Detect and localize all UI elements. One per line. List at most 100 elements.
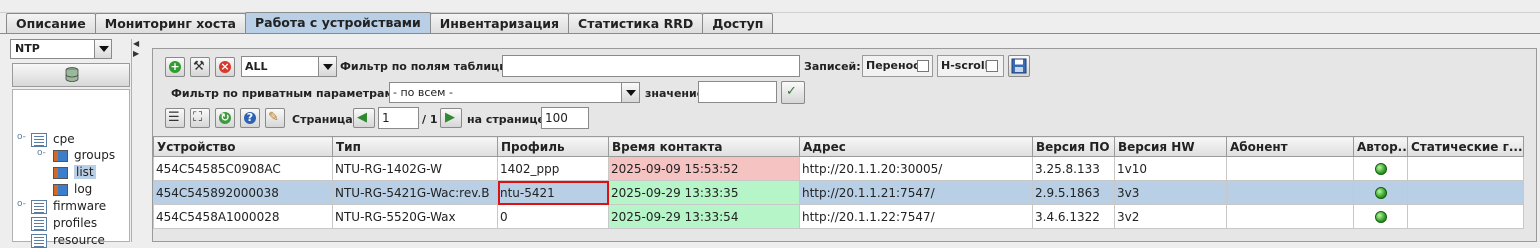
tab-description[interactable]: Описание (6, 13, 96, 34)
cell-static[interactable] (1407, 156, 1524, 181)
node-icon (53, 166, 68, 179)
collapse-left-icon[interactable]: ◀ (133, 40, 139, 48)
status-led-icon (1374, 187, 1387, 199)
cell-device[interactable]: 454C5458A1000028 (153, 204, 333, 229)
tools-button[interactable]: ⚒ (190, 57, 210, 77)
cell-subscriber[interactable] (1226, 204, 1354, 229)
cell-hw-version[interactable]: 1v10 (1114, 156, 1227, 181)
column-header-contact-time[interactable]: Время контакта (608, 136, 800, 157)
tab-rrd-stats[interactable]: Статистика RRD (568, 13, 704, 34)
table-row[interactable]: 454C54585C0908AC NTU-RG-1402G-W 1402_ppp… (153, 156, 1524, 181)
reload-tree-button[interactable] (12, 63, 130, 87)
private-param-select[interactable]: - по всем - (389, 82, 640, 103)
cell-address[interactable]: http://20.1.1.21:7547/ (799, 180, 1033, 205)
database-icon (65, 67, 79, 82)
cell-fw-version[interactable]: 3.4.6.1322 (1032, 204, 1115, 229)
tree-toggle-icon[interactable]: o- (17, 199, 26, 209)
save-button[interactable] (1008, 55, 1030, 77)
add-icon: + (169, 60, 181, 73)
node-icon (53, 149, 68, 162)
tab-access[interactable]: Доступ (702, 13, 774, 34)
hscroll-toggle[interactable]: H-scroll (937, 55, 1004, 77)
column-header-profile[interactable]: Профиль (497, 136, 609, 157)
cell-subscriber[interactable] (1226, 180, 1354, 205)
cell-address[interactable]: http://20.1.1.22:7547/ (799, 204, 1033, 229)
fit-button[interactable]: ⛶ (190, 108, 210, 128)
expand-right-icon[interactable]: ▶ (133, 50, 139, 58)
tree-node-firmware[interactable]: firmware (31, 198, 106, 214)
cell-auth[interactable] (1353, 156, 1408, 181)
cell-address[interactable]: http://20.1.1.20:30005/ (799, 156, 1033, 181)
cell-static[interactable] (1407, 204, 1524, 229)
wrap-toggle[interactable]: Перенос (862, 55, 933, 77)
columns-button[interactable]: ☰ (165, 108, 185, 128)
list-icon (31, 233, 47, 248)
column-header-hw-version[interactable]: Версия HW (1114, 136, 1227, 157)
tree-node-groups[interactable]: groups (53, 147, 115, 163)
chevron-down-icon[interactable] (94, 40, 111, 58)
cell-hw-version[interactable]: 3v3 (1114, 180, 1227, 205)
cell-contact-time[interactable]: 2025-09-29 13:33:35 (608, 180, 800, 205)
table-row[interactable]: 454C5458A1000028 NTU-RG-5520G-Wax 0 2025… (153, 204, 1524, 229)
cell-hw-version[interactable]: 3v2 (1114, 204, 1227, 229)
table-header-row: Устройство Тип Профиль Время контакта Ад… (153, 136, 1524, 157)
cell-auth[interactable] (1353, 204, 1408, 229)
cell-profile[interactable]: 0 (497, 204, 609, 229)
remove-button[interactable]: × (215, 57, 235, 77)
refresh-button[interactable]: ↻ (215, 108, 235, 128)
tab-host-monitoring[interactable]: Мониторинг хоста (94, 13, 246, 34)
tree-toggle-icon[interactable]: o- (17, 132, 26, 142)
cell-type[interactable]: NTU-RG-1402G-W (332, 156, 498, 181)
column-header-auth[interactable]: Автор... (1353, 136, 1408, 157)
cell-device[interactable]: 454C545892000038 (153, 180, 333, 205)
tree-node-profiles[interactable]: profiles (31, 215, 97, 231)
cell-contact-time[interactable]: 2025-09-29 13:33:54 (608, 204, 800, 229)
column-header-address[interactable]: Адрес (799, 136, 1033, 157)
chevron-down-icon[interactable] (318, 57, 336, 76)
column-header-subscriber[interactable]: Абонент (1226, 136, 1354, 157)
cell-type[interactable]: NTU-RG-5421G-Wac:rev.B (332, 180, 498, 205)
column-header-fw-version[interactable]: Версия ПО (1032, 136, 1115, 157)
cell-fw-version[interactable]: 3.25.8.133 (1032, 156, 1115, 181)
per-page-input[interactable]: 100 (541, 107, 589, 129)
left-panel: NTP ◀ ▶ o- cpe o- groups list log o- fir… (10, 39, 140, 248)
table-row-selected[interactable]: 454C545892000038 NTU-RG-5421G-Wac:rev.B … (153, 180, 1524, 205)
tree-node-cpe[interactable]: cpe (31, 131, 75, 147)
apply-filter-icon: ✓ (786, 84, 797, 99)
tree-toggle-icon[interactable]: o- (37, 148, 46, 158)
cell-subscriber[interactable] (1226, 156, 1354, 181)
table-filter-input[interactable] (502, 55, 800, 77)
column-header-device[interactable]: Устройство (153, 136, 333, 157)
add-button[interactable]: + (165, 57, 185, 77)
clear-button[interactable]: ✎ (265, 108, 285, 128)
cell-fw-version[interactable]: 2.9.5.1863 (1032, 180, 1115, 205)
cell-profile-highlighted[interactable]: ntu-5421 (497, 180, 609, 205)
next-page-button[interactable]: ▶ (440, 108, 462, 128)
hscroll-label: H-scroll (941, 59, 989, 72)
column-header-static[interactable]: Статические г... (1407, 136, 1524, 157)
prev-page-button[interactable]: ◀ (353, 108, 375, 128)
help-button[interactable]: ? (240, 108, 260, 128)
tree-node-resource[interactable]: resource (31, 232, 105, 248)
tab-inventory[interactable]: Инвентаризация (429, 13, 570, 34)
filter-scope-select[interactable]: ALL (241, 56, 337, 77)
chevron-down-icon[interactable] (621, 83, 639, 102)
cell-static[interactable] (1407, 180, 1524, 205)
tab-devices[interactable]: Работа с устройствами (244, 12, 431, 34)
profile-select[interactable]: NTP (10, 39, 112, 59)
private-value-input[interactable] (698, 81, 777, 103)
cell-auth[interactable] (1353, 180, 1408, 205)
tree-node-log[interactable]: log (53, 181, 92, 197)
hscroll-checkbox[interactable] (986, 60, 998, 72)
column-header-type[interactable]: Тип (332, 136, 498, 157)
apply-filter-button[interactable]: ✓ (781, 81, 805, 104)
tree-node-list[interactable]: list (53, 164, 96, 180)
cell-type[interactable]: NTU-RG-5520G-Wax (332, 204, 498, 229)
cell-device[interactable]: 454C54585C0908AC (153, 156, 333, 181)
wrap-checkbox[interactable] (917, 60, 929, 72)
cell-profile[interactable]: 1402_ppp (497, 156, 609, 181)
page-input[interactable]: 1 (378, 107, 419, 129)
cell-contact-time[interactable]: 2025-09-09 15:53:52 (608, 156, 800, 181)
remove-icon: × (219, 60, 231, 73)
panel-collapse-handle[interactable]: ◀ ▶ (131, 39, 140, 242)
